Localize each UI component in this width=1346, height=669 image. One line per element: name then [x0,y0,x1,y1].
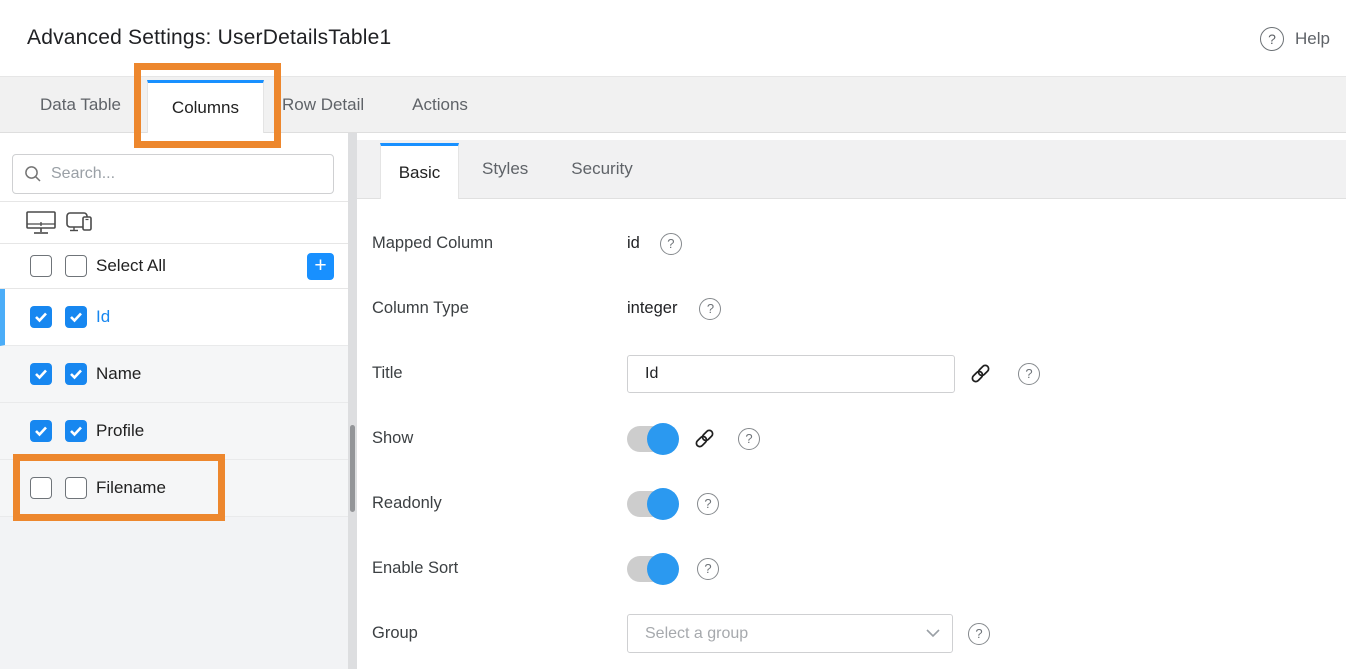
tab-styles[interactable]: Styles [482,140,528,198]
show-toggle[interactable] [627,426,677,452]
show-row: Show ? [357,406,1346,471]
search-box[interactable] [12,154,334,194]
enable-sort-row: Enable Sort ? [357,536,1346,601]
column-row-filename[interactable]: Filename [0,460,348,517]
dialog-header: Advanced Settings: UserDetailsTable1 ? H… [0,0,1346,77]
link-binding-icon[interactable] [693,427,716,450]
sidebar-empty-area [0,517,348,669]
enable-sort-toggle[interactable] [627,556,677,582]
readonly-row: Readonly ? [357,471,1346,536]
toggle-knob [647,423,679,455]
mobile-checkbox-checked[interactable] [65,420,87,442]
device-filter-row [0,202,348,244]
group-row: Group Select a group ? [357,601,1346,666]
title-input[interactable] [627,355,955,393]
columns-sidebar: Select All + Id Name Profile Filename [0,133,348,669]
column-row-profile[interactable]: Profile [0,403,348,460]
readonly-label: Readonly [372,494,627,513]
tab-basic[interactable]: Basic [380,143,459,199]
add-column-button[interactable]: + [307,253,334,280]
sidebar-scrollbar-track[interactable] [348,133,357,669]
select-all-row: Select All + [0,244,348,289]
help-icon[interactable]: ? [697,493,719,515]
advanced-settings-dialog: { "colors": { "accent_blue": "#1890ff", … [0,0,1346,669]
select-all-label: Select All [96,256,166,276]
mobile-devices-icon[interactable] [65,209,95,236]
help-link[interactable]: Help [1295,29,1330,49]
column-row-id[interactable]: Id [0,289,348,346]
web-checkbox-checked[interactable] [30,306,52,328]
mapped-column-value: id [627,234,640,253]
readonly-toggle[interactable] [627,491,677,517]
title-label: Title [372,364,627,383]
column-label: Filename [96,478,166,498]
link-binding-icon[interactable] [969,362,992,385]
desktop-icon[interactable] [25,209,57,236]
help-group[interactable]: ? Help [1260,0,1330,77]
tab-actions[interactable]: Actions [412,77,468,132]
mobile-checkbox-checked[interactable] [65,363,87,385]
column-label: Id [96,307,110,327]
show-label: Show [372,429,627,448]
column-label: Name [96,364,141,384]
mobile-checkbox-checked[interactable] [65,306,87,328]
column-settings-panel: Basic Styles Security Mapped Column id ?… [357,133,1346,669]
page-title: Advanced Settings: UserDetailsTable1 [0,26,391,50]
help-icon[interactable]: ? [699,298,721,320]
web-checkbox-unchecked[interactable] [30,477,52,499]
toggle-knob [647,553,679,585]
help-icon[interactable]: ? [968,623,990,645]
column-type-value: integer [627,299,677,318]
help-icon[interactable]: ? [1260,27,1284,51]
help-icon[interactable]: ? [738,428,760,450]
enable-sort-label: Enable Sort [372,559,627,578]
chevron-down-icon [926,629,940,638]
tab-columns[interactable]: Columns [147,80,264,133]
search-icon [24,165,42,183]
tab-data-table[interactable]: Data Table [40,77,121,132]
select-all-web-checkbox[interactable] [30,255,52,277]
group-select-placeholder: Select a group [645,625,926,643]
settings-tabbar: Basic Styles Security [357,140,1346,199]
basic-settings-form: Mapped Column id ? Column Type integer ?… [357,199,1346,666]
help-icon[interactable]: ? [697,558,719,580]
toggle-knob [647,488,679,520]
select-all-mobile-checkbox[interactable] [65,255,87,277]
main-tabbar: Data Table Columns Row Detail Actions [0,77,1346,133]
search-input[interactable] [51,165,333,183]
web-checkbox-checked[interactable] [30,363,52,385]
column-row-name[interactable]: Name [0,346,348,403]
web-checkbox-checked[interactable] [30,420,52,442]
mobile-checkbox-unchecked[interactable] [65,477,87,499]
group-select[interactable]: Select a group [627,614,953,653]
help-icon[interactable]: ? [660,233,682,255]
tab-security[interactable]: Security [571,140,632,198]
mapped-column-row: Mapped Column id ? [357,211,1346,276]
group-label: Group [372,624,627,643]
title-row: Title ? [357,341,1346,406]
column-label: Profile [96,421,144,441]
mapped-column-label: Mapped Column [372,234,627,253]
sidebar-scrollbar-thumb[interactable] [350,425,355,512]
search-row [0,133,348,202]
help-icon[interactable]: ? [1018,363,1040,385]
column-type-label: Column Type [372,299,627,318]
column-type-row: Column Type integer ? [357,276,1346,341]
tab-row-detail[interactable]: Row Detail [282,77,364,132]
